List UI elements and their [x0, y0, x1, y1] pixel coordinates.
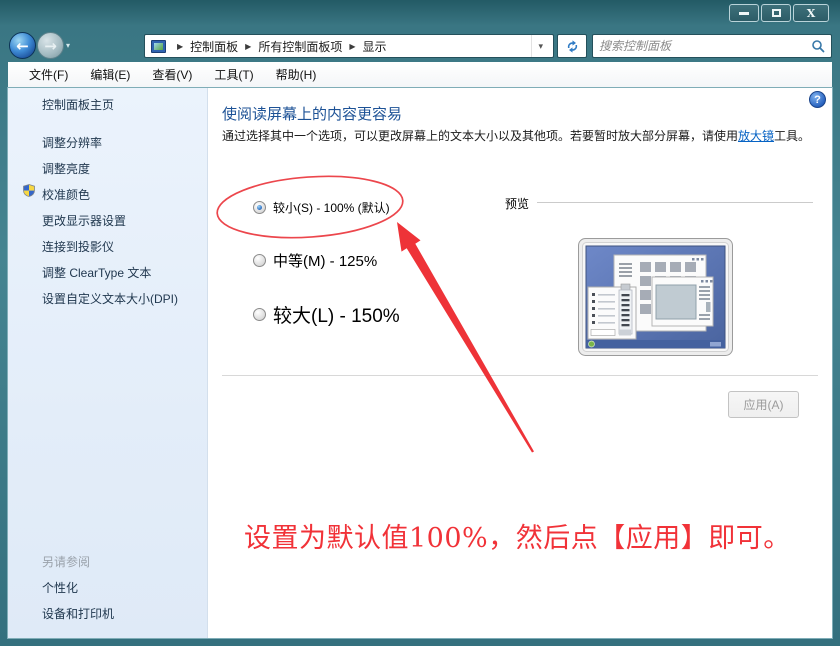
annotation-text: 设置为默认值100%，然后点【应用】即可。 [244, 516, 791, 555]
magnifier-link[interactable]: 放大镜 [738, 129, 774, 143]
back-button[interactable]: ← [9, 32, 36, 59]
sidebar: 控制面板主页 调整分辨率 调整亮度 校准颜色 更改显示器设置 连接到投影仪 调整… [8, 88, 208, 638]
description-text-after: 工具。 [774, 129, 810, 143]
content-divider [222, 375, 818, 376]
back-icon: ← [16, 37, 29, 55]
menu-help[interactable]: 帮助(H) [265, 63, 328, 86]
maximize-icon [772, 9, 781, 17]
display-applet-icon [151, 40, 166, 53]
minimize-icon [739, 12, 749, 15]
search-box[interactable] [592, 34, 832, 58]
preview-divider [537, 202, 813, 203]
help-button[interactable]: ? [809, 91, 826, 108]
radio-label: 较小(S) - 100% (默认) [273, 199, 390, 216]
sidebar-item-personalization[interactable]: 个性化 [42, 579, 78, 596]
breadcrumb-all-items[interactable]: 所有控制面板项 [258, 38, 342, 55]
refresh-icon [565, 39, 580, 54]
maximize-button[interactable] [761, 4, 791, 22]
menu-edit[interactable]: 编辑(E) [79, 63, 141, 86]
page-description: 通过选择其中一个选项，可以更改屏幕上的文本大小以及其他项。若要暂时放大部分屏幕，… [222, 128, 826, 145]
sidebar-item-custom-text-size-dpi[interactable]: 设置自定义文本大小(DPI) [42, 290, 178, 307]
sidebar-item-devices-and-printers[interactable]: 设备和打印机 [42, 605, 114, 622]
radio-icon[interactable] [253, 254, 266, 267]
breadcrumb-separator-icon: ▶ [349, 42, 355, 51]
sidebar-item-connect-projector[interactable]: 连接到投影仪 [42, 238, 114, 255]
radio-label: 中等(M) - 125% [273, 250, 377, 271]
search-icon [811, 39, 825, 53]
breadcrumb-display[interactable]: 显示 [363, 38, 387, 55]
uac-shield-icon [23, 184, 35, 197]
radio-option-smaller-100[interactable]: 较小(S) - 100% (默认) [253, 199, 390, 216]
preview-monitor-image [578, 238, 733, 356]
menu-bar: 文件(F) 编辑(E) 查看(V) 工具(T) 帮助(H) [8, 62, 832, 88]
address-dropdown-icon[interactable]: ▾ [531, 35, 549, 57]
sidebar-item-adjust-cleartype[interactable]: 调整 ClearType 文本 [42, 264, 151, 281]
display-settings-window: X ← → ▾ ▶ 控制面板 ▶ 所有控制面板项 ▶ 显示 ▾ 文件(F) 编辑… [0, 0, 840, 646]
sidebar-item-adjust-brightness[interactable]: 调整亮度 [42, 160, 90, 177]
apply-button[interactable]: 应用(A) [728, 391, 799, 418]
close-icon: X [807, 7, 816, 20]
search-input[interactable] [599, 39, 811, 53]
refresh-button[interactable] [557, 34, 587, 58]
minimize-button[interactable] [729, 4, 759, 22]
close-button[interactable]: X [793, 4, 829, 22]
radio-option-larger-150[interactable]: 较大(L) - 150% [253, 301, 400, 328]
breadcrumb-separator-icon: ▶ [245, 42, 251, 51]
forward-button[interactable]: → [37, 32, 64, 59]
client-area: 控制面板主页 调整分辨率 调整亮度 校准颜色 更改显示器设置 连接到投影仪 调整… [8, 88, 832, 638]
forward-icon: → [44, 37, 57, 55]
radio-option-medium-125[interactable]: 中等(M) - 125% [253, 250, 377, 271]
address-bar[interactable]: ▶ 控制面板 ▶ 所有控制面板项 ▶ 显示 ▾ [144, 34, 554, 58]
apply-button-label: 应用(A) [744, 396, 784, 413]
menu-tools[interactable]: 工具(T) [203, 63, 264, 86]
preview-label: 预览 [505, 195, 529, 212]
menu-file[interactable]: 文件(F) [18, 63, 79, 86]
sidebar-item-change-display-settings[interactable]: 更改显示器设置 [42, 212, 126, 229]
radio-label: 较大(L) - 150% [273, 301, 400, 328]
help-icon: ? [814, 94, 821, 106]
radio-icon[interactable] [253, 308, 266, 321]
page-title: 使阅读屏幕上的内容更容易 [222, 103, 402, 124]
sidebar-item-adjust-resolution[interactable]: 调整分辨率 [42, 134, 102, 151]
radio-icon[interactable] [253, 201, 266, 214]
sidebar-item-calibrate-color[interactable]: 校准颜色 [42, 186, 90, 203]
breadcrumb-separator-icon: ▶ [177, 42, 183, 51]
history-dropdown[interactable]: ▾ [66, 41, 70, 50]
breadcrumb-control-panel[interactable]: 控制面板 [190, 38, 238, 55]
sidebar-see-also-header: 另请参阅 [42, 553, 90, 570]
sidebar-item-control-panel-home[interactable]: 控制面板主页 [42, 96, 114, 113]
description-text: 通过选择其中一个选项，可以更改屏幕上的文本大小以及其他项。若要暂时放大部分屏幕，… [222, 129, 738, 143]
menu-view[interactable]: 查看(V) [141, 63, 203, 86]
